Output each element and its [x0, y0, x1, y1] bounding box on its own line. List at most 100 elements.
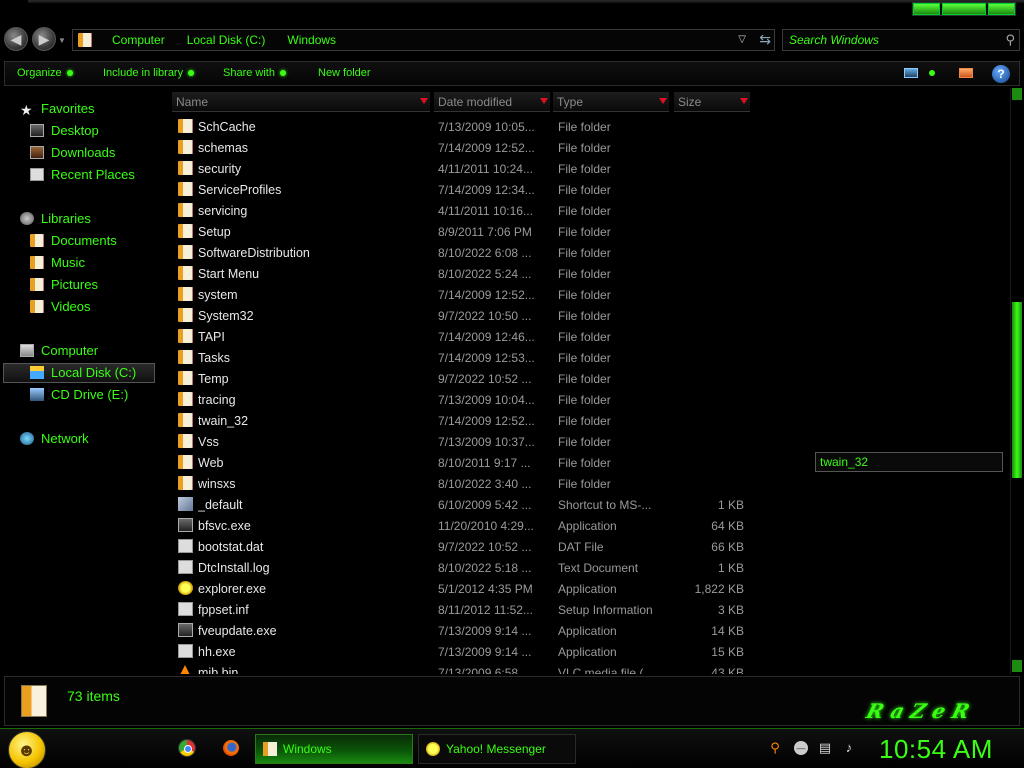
column-dropdown-icon[interactable] [659, 98, 667, 104]
table-row[interactable]: _default 6/10/2009 5:42 ... Shortcut to MS… [160, 495, 760, 516]
table-row[interactable]: bootstat.dat 9/7/2022 10:52 ... DAT File 66… [160, 537, 760, 558]
new-folder-button[interactable]: New folder [318, 67, 371, 79]
address-bar[interactable]: Computer Local Disk (C:) Windows ▽ ⇆ [72, 29, 775, 51]
breadcrumb-local-disk[interactable]: Local Disk (C:) [187, 33, 266, 47]
nav-music[interactable]: Music [30, 255, 85, 270]
organize-button[interactable]: Organize [17, 67, 73, 79]
file-type: File folder [558, 120, 611, 134]
table-row[interactable]: Start Menu 8/10/2022 5:24 ... File folder [160, 264, 760, 285]
file-name: system [198, 288, 238, 302]
file-name: SoftwareDistribution [198, 246, 310, 260]
search-input[interactable] [789, 32, 989, 48]
firefox-icon[interactable] [223, 740, 239, 756]
nav-pictures[interactable]: Pictures [30, 277, 98, 292]
tray-search-icon[interactable]: ⚲ [768, 741, 782, 755]
network-tray-icon[interactable]: ▤ [818, 741, 832, 755]
nav-cd-drive[interactable]: CD Drive (E:) [30, 387, 128, 402]
table-row[interactable]: Setup 8/9/2011 7:06 PM File folder [160, 222, 760, 243]
table-row[interactable]: system 7/14/2009 12:52... File folder [160, 285, 760, 306]
maximize-button[interactable] [942, 3, 986, 15]
nav-downloads[interactable]: Downloads [30, 145, 115, 160]
search-icon[interactable]: ⚲ [1005, 32, 1015, 48]
nav-local-disk[interactable]: Local Disk (C:) [30, 365, 136, 380]
preview-pane-icon[interactable] [959, 68, 973, 78]
column-name[interactable]: Name [172, 92, 430, 112]
task-windows-explorer[interactable]: Windows [255, 734, 413, 764]
volume-icon[interactable]: ♪ [842, 741, 856, 755]
nav-documents[interactable]: Documents [30, 233, 117, 248]
back-button[interactable]: ◀ [4, 27, 28, 51]
file-name: SchCache [198, 120, 256, 134]
nav-libraries[interactable]: Libraries [20, 211, 91, 226]
share-with-button[interactable]: Share with [223, 67, 286, 79]
table-row[interactable]: Vss 7/13/2009 10:37... File folder [160, 432, 760, 453]
table-row[interactable]: System32 9/7/2022 10:50 ... File folder [160, 306, 760, 327]
table-row[interactable]: SchCache 7/13/2009 10:05... File folder [160, 117, 760, 138]
file-name: ServiceProfiles [198, 183, 282, 197]
nav-videos[interactable]: Videos [30, 299, 91, 314]
table-row[interactable]: SoftwareDistribution 8/10/2022 6:08 ... Fi… [160, 243, 760, 264]
table-row[interactable]: security 4/11/2011 10:24... File folder [160, 159, 760, 180]
forward-button[interactable]: ▶ [32, 27, 56, 51]
help-icon[interactable]: ? [992, 65, 1010, 83]
include-in-library-button[interactable]: Include in library [103, 67, 195, 79]
table-row[interactable]: ServiceProfiles 7/14/2009 12:34... File fo… [160, 180, 760, 201]
breadcrumb-windows[interactable]: Windows [287, 33, 336, 47]
chrome-icon[interactable] [179, 740, 195, 756]
view-options-dot-icon[interactable] [929, 70, 935, 76]
table-row[interactable]: twain_32 7/14/2009 12:52... File folder [160, 411, 760, 432]
file-name: Tasks [198, 351, 230, 365]
task-yahoo-messenger[interactable]: Yahoo! Messenger [418, 734, 576, 764]
table-row[interactable]: mib.bin 7/13/2009 6:58 ... VLC media file … [160, 663, 760, 674]
table-row[interactable]: fveupdate.exe 7/13/2009 9:14 ... Applicati… [160, 621, 760, 642]
column-dropdown-icon[interactable] [420, 98, 428, 104]
nav-network[interactable]: Network [20, 431, 89, 446]
table-row[interactable]: fppset.inf 8/11/2012 11:52... Setup Inform… [160, 600, 760, 621]
table-row[interactable]: servicing 4/11/2011 10:16... File folder [160, 201, 760, 222]
scroll-thumb[interactable] [1012, 302, 1022, 478]
table-row[interactable]: Tasks 7/14/2009 12:53... File folder [160, 348, 760, 369]
column-dropdown-icon[interactable] [540, 98, 548, 104]
title-bar [0, 0, 1024, 24]
column-size[interactable]: Size [674, 92, 750, 112]
file-date-modified: 7/13/2009 6:58 ... [438, 666, 532, 674]
column-dropdown-icon[interactable] [740, 98, 748, 104]
close-button[interactable] [987, 3, 1015, 15]
minimize-button[interactable] [913, 3, 941, 15]
address-dropdown-icon[interactable]: ▽ [738, 34, 746, 45]
column-date-label: Date modified [438, 95, 513, 109]
nav-computer-label: Computer [41, 343, 99, 358]
column-type[interactable]: Type [553, 92, 669, 112]
refresh-icon[interactable]: ⇆ [759, 31, 771, 48]
table-row[interactable]: winsxs 8/10/2022 3:40 ... File folder [160, 474, 760, 495]
file-date-modified: 8/11/2012 11:52... [438, 603, 533, 617]
scroll-down-button[interactable] [1012, 660, 1022, 672]
file-size: 14 KB [711, 624, 744, 638]
vertical-scrollbar[interactable] [1010, 88, 1022, 674]
file-date-modified: 8/10/2022 5:24 ... [438, 267, 532, 281]
column-date-modified[interactable]: Date modified [434, 92, 550, 112]
scroll-up-button[interactable] [1012, 88, 1022, 100]
table-row[interactable]: TAPI 7/14/2009 12:46... File folder [160, 327, 760, 348]
table-row[interactable]: DtcInstall.log 8/10/2022 5:18 ... Text Doc… [160, 558, 760, 579]
search-box[interactable]: ⚲ [782, 29, 1020, 51]
table-row[interactable]: schemas 7/14/2009 12:52... File folder [160, 138, 760, 159]
dropdown-dot-icon [66, 70, 73, 77]
folder-icon [178, 434, 193, 448]
table-row[interactable]: Temp 9/7/2022 10:52 ... File folder [160, 369, 760, 390]
change-view-icon[interactable] [904, 68, 918, 78]
breadcrumb-computer[interactable]: Computer [112, 33, 165, 47]
nav-desktop[interactable]: Desktop [30, 123, 99, 138]
nav-favorites[interactable]: ★ Favorites [20, 101, 94, 117]
nav-recent-places[interactable]: Recent Places [30, 167, 135, 182]
clock[interactable]: 10:54 AM [879, 734, 993, 765]
start-button[interactable]: ☻ [8, 731, 46, 768]
table-row[interactable]: Web 8/10/2011 9:17 ... File folder [160, 453, 760, 474]
table-row[interactable]: explorer.exe 5/1/2012 4:35 PM Application 1… [160, 579, 760, 600]
table-row[interactable]: tracing 7/13/2009 10:04... File folder [160, 390, 760, 411]
recent-pages-dropdown-icon[interactable]: ▼ [58, 36, 66, 45]
nav-computer[interactable]: Computer [20, 343, 98, 358]
table-row[interactable]: hh.exe 7/13/2009 9:14 ... Application 15 KB [160, 642, 760, 663]
tray-status-icon[interactable]: — [794, 741, 808, 755]
table-row[interactable]: bfsvc.exe 11/20/2010 4:29... Application 64… [160, 516, 760, 537]
